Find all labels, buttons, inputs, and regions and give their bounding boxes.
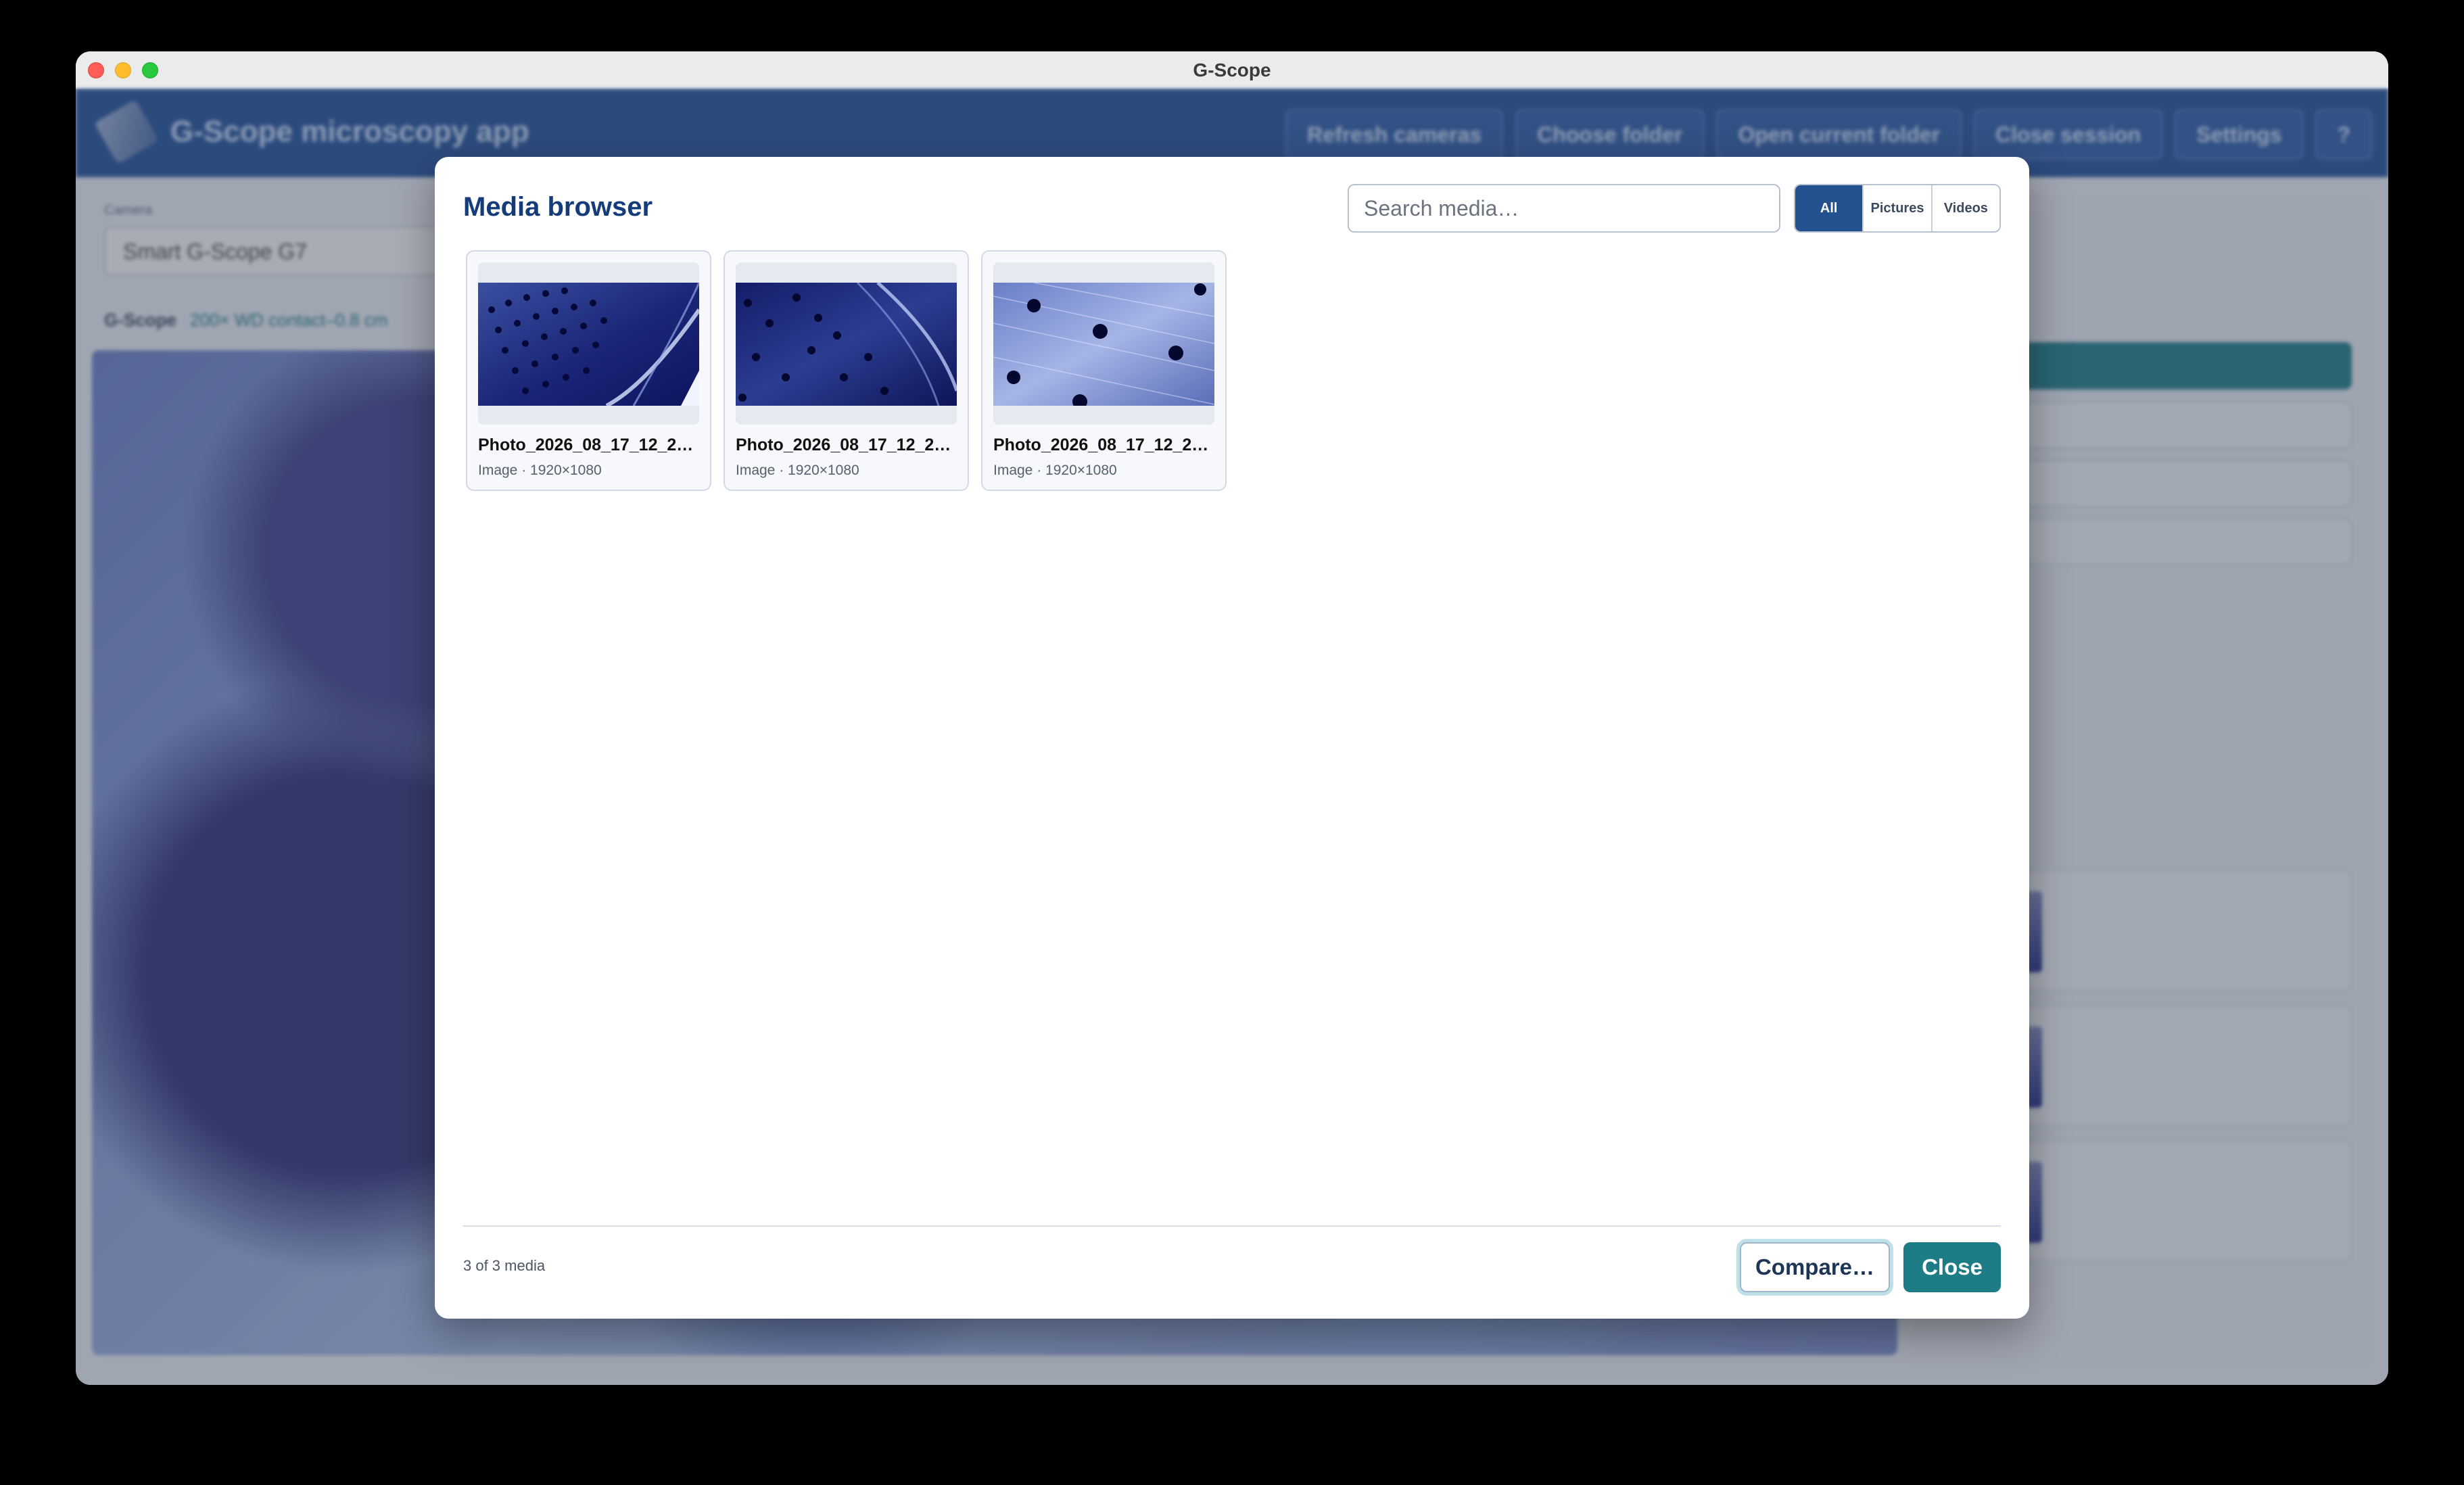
media-name: Photo_2026_08_17_12_20… [478, 435, 699, 454]
microscope-image-large-holes [993, 283, 1214, 406]
media-card[interactable]: Photo_2026_08_17_12_20… Image · 1920×108… [724, 250, 969, 491]
media-thumbnail [478, 262, 699, 425]
media-name: Photo_2026_08_17_12_20… [736, 435, 957, 454]
media-thumbnail [736, 262, 957, 425]
footer-divider [463, 1225, 2001, 1227]
media-card[interactable]: Photo_2026_08_17_12_20… Image · 1920×108… [466, 250, 711, 491]
window-title: G-Scope [1193, 60, 1271, 80]
media-count: 3 of 3 media [463, 1257, 546, 1274]
media-thumbnail [993, 262, 1214, 425]
media-meta: Image · 1920×1080 [478, 463, 602, 478]
media-meta: Image · 1920×1080 [736, 463, 859, 478]
search-media-input[interactable] [1348, 184, 1780, 233]
media-name: Photo_2026_08_17_12_24… [993, 435, 1214, 454]
compare-button[interactable]: Compare… [1740, 1242, 1890, 1292]
filter-pictures-button[interactable]: Pictures [1862, 185, 1931, 231]
title-bar: G-Scope [76, 51, 2388, 89]
media-filter-segmented: All Pictures Videos [1794, 184, 2001, 233]
filter-videos-button[interactable]: Videos [1930, 185, 1999, 231]
microscope-image-fine-dots [478, 283, 699, 406]
filter-all-button[interactable]: All [1795, 185, 1863, 231]
media-grid: Photo_2026_08_17_12_20… Image · 1920×108… [466, 250, 1227, 491]
dialog-title: Media browser [463, 192, 653, 222]
microscope-image-medium-dots [736, 283, 957, 406]
media-meta: Image · 1920×1080 [993, 463, 1117, 478]
media-browser-dialog: Media browser All Pictures Videos [435, 157, 2029, 1319]
media-card[interactable]: Photo_2026_08_17_12_24… Image · 1920×108… [981, 250, 1227, 491]
close-button[interactable]: Close [1903, 1242, 2001, 1292]
